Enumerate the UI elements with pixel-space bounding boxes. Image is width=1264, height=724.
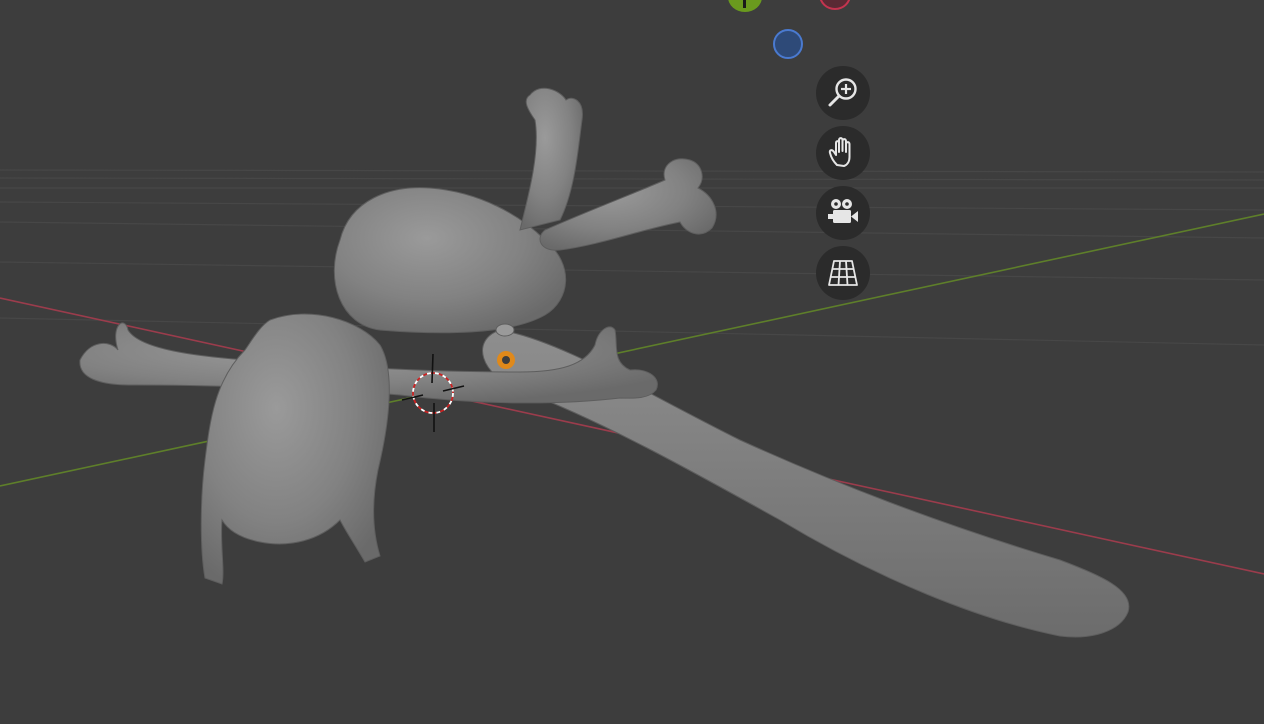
3d-viewport[interactable] <box>0 0 1264 724</box>
object-origin-dot[interactable] <box>497 351 515 369</box>
camera-icon <box>828 199 858 223</box>
hand-icon <box>828 137 851 167</box>
zoom-button[interactable] <box>816 66 870 120</box>
pan-button[interactable] <box>816 126 870 180</box>
zoom-in-icon <box>828 78 857 107</box>
y-axis-line <box>0 213 1264 487</box>
gizmo-y-mark <box>743 0 746 8</box>
grid-icon <box>828 260 858 286</box>
camera-view-button[interactable] <box>816 186 870 240</box>
perspective-toggle-button[interactable] <box>816 246 870 300</box>
gizmo-z-axis[interactable] <box>773 29 803 59</box>
viewport-scene[interactable] <box>0 0 1264 724</box>
